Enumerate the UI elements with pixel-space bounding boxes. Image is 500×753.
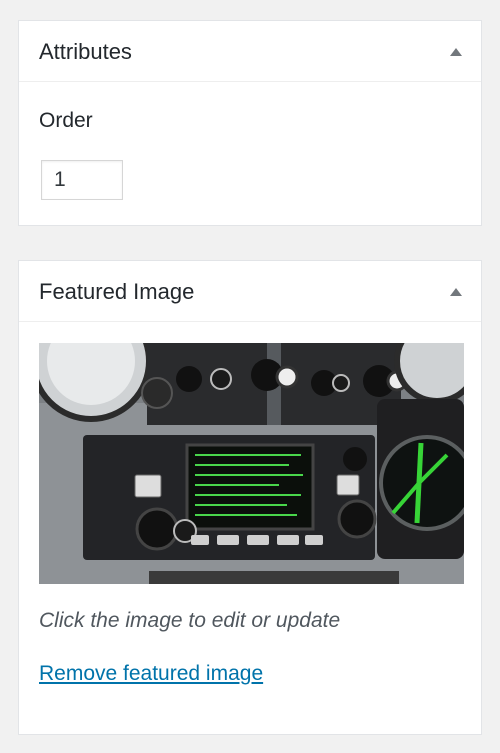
attributes-collapse-button[interactable] bbox=[445, 41, 467, 63]
order-input[interactable] bbox=[41, 160, 123, 200]
order-label: Order bbox=[39, 109, 93, 132]
featured-image-collapse-button[interactable] bbox=[445, 281, 467, 303]
featured-image[interactable] bbox=[39, 343, 464, 584]
featured-image-header[interactable]: Featured Image bbox=[19, 261, 481, 322]
attributes-header[interactable]: Attributes bbox=[19, 21, 481, 82]
featured-image-box: Featured Image Click the image to edit o… bbox=[18, 260, 482, 735]
attributes-box: Attributes Order bbox=[18, 20, 482, 226]
attributes-title: Attributes bbox=[39, 39, 132, 64]
triangle-up-icon bbox=[450, 288, 462, 296]
featured-image-hint: Click the image to edit or update bbox=[39, 609, 341, 632]
triangle-up-icon bbox=[450, 48, 462, 56]
remove-featured-image-link[interactable]: Remove featured image bbox=[39, 662, 263, 686]
featured-image-title: Featured Image bbox=[39, 279, 195, 304]
